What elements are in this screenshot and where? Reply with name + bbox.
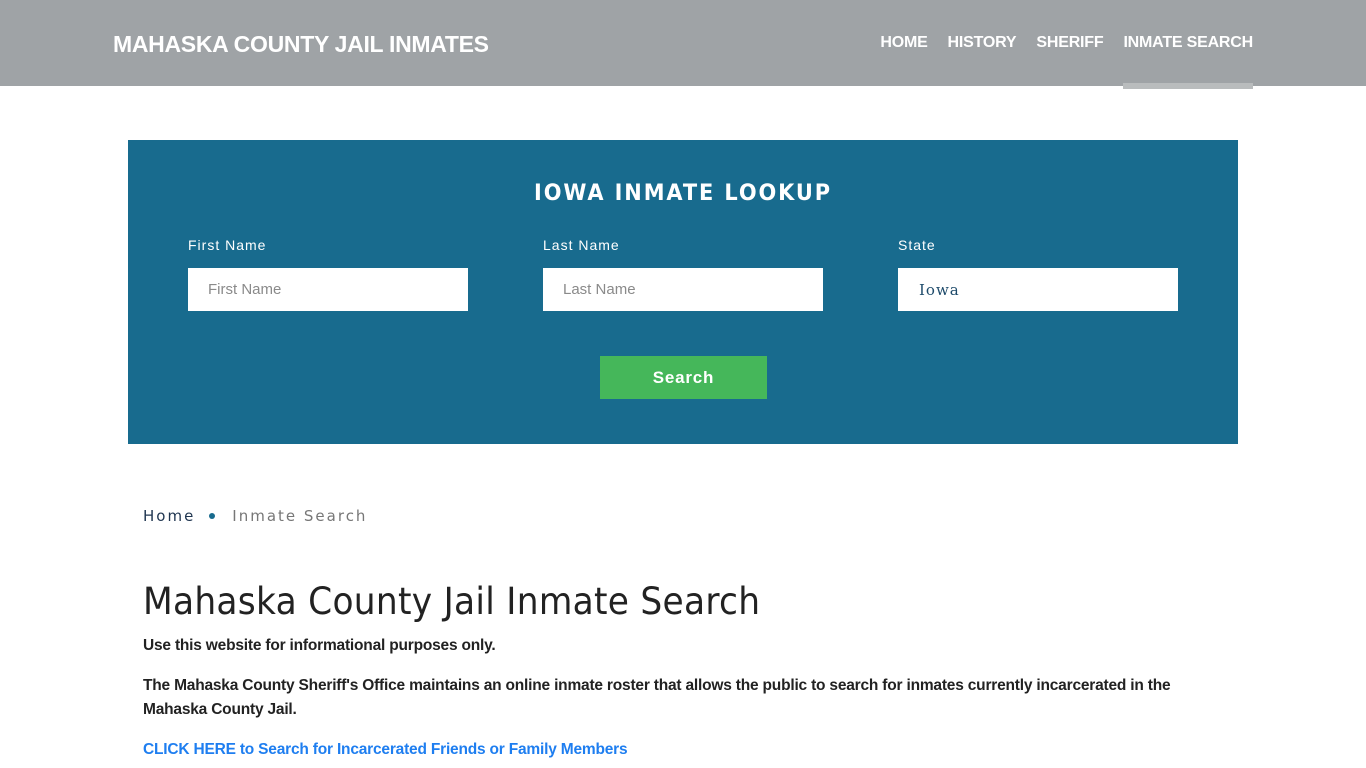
lookup-title: IOWA INMATE LOOKUP <box>534 181 832 206</box>
page-title: Mahaska County Jail Inmate Search <box>143 580 761 623</box>
last-name-input[interactable] <box>543 268 823 311</box>
breadcrumb-current: Inmate Search <box>232 507 368 525</box>
last-name-label: Last Name <box>543 237 620 253</box>
nav-item-sheriff[interactable]: SHERIFF <box>1036 0 1103 89</box>
main-nav: HOME HISTORY SHERIFF INMATE SEARCH <box>860 0 1253 89</box>
nav-item-home[interactable]: HOME <box>880 0 927 89</box>
inmate-lookup-panel: IOWA INMATE LOOKUP First Name Last Name … <box>128 140 1238 444</box>
site-header: MAHASKA COUNTY JAIL INMATES HOME HISTORY… <box>0 0 1366 89</box>
description-text: The Mahaska County Sheriff's Office main… <box>143 677 1171 718</box>
disclaimer-text: Use this website for informational purpo… <box>143 637 496 654</box>
state-label: State <box>898 237 936 253</box>
nav-item-history[interactable]: HISTORY <box>948 0 1017 89</box>
state-group: State Iowa <box>898 237 1178 311</box>
last-name-group: Last Name <box>543 237 823 311</box>
state-select[interactable]: Iowa <box>898 268 1178 311</box>
search-friends-family-link[interactable]: CLICK HERE to Search for Incarcerated Fr… <box>143 738 628 762</box>
state-select-value: Iowa <box>919 280 960 299</box>
search-button[interactable]: Search <box>600 356 767 399</box>
first-name-input[interactable] <box>188 268 468 311</box>
first-name-label: First Name <box>188 237 267 253</box>
nav-item-inmate-search[interactable]: INMATE SEARCH <box>1123 0 1253 89</box>
breadcrumb-separator-dot-icon <box>209 513 216 519</box>
site-brand-link[interactable]: MAHASKA COUNTY JAIL INMATES <box>113 31 489 58</box>
breadcrumb: Home Inmate Search <box>143 507 367 525</box>
first-name-group: First Name <box>188 237 468 311</box>
breadcrumb-home-link[interactable]: Home <box>143 507 195 525</box>
